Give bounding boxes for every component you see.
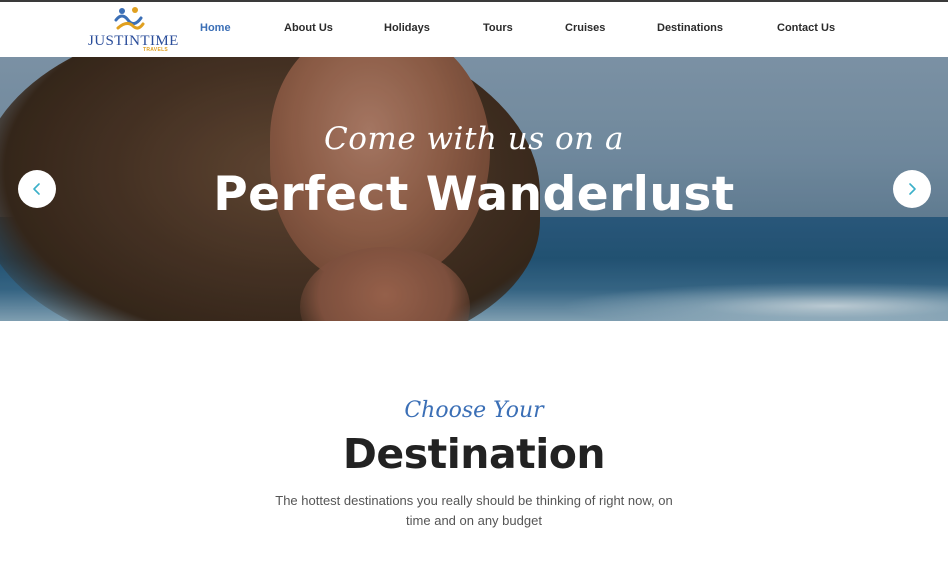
chevron-left-icon <box>33 183 40 195</box>
slider-prev-button[interactable] <box>18 170 56 208</box>
nav-item-destinations[interactable]: Destinations <box>657 22 723 34</box>
destination-title: Destination <box>342 430 606 478</box>
hero-slider: Come with us on a Perfect Wanderlust <box>0 57 948 321</box>
nav-item-contact-us[interactable]: Contact Us <box>777 22 835 34</box>
destination-description: The hottest destinations you really shou… <box>275 493 673 528</box>
chevron-right-icon <box>909 183 916 195</box>
destination-script-text: Choose Your <box>404 398 544 423</box>
nav-item-cruises[interactable]: Cruises <box>565 22 605 34</box>
nav-item-about-us[interactable]: About Us <box>284 22 333 34</box>
site-header: JUSTINTIME TRAVELS Home About Us Holiday… <box>0 2 948 57</box>
nav-item-home[interactable]: Home <box>200 22 231 34</box>
hero-script-text: Come with us on a <box>324 121 624 157</box>
nav-item-holidays[interactable]: Holidays <box>384 22 430 34</box>
slider-next-button[interactable] <box>893 170 931 208</box>
hero-title: Perfect Wanderlust <box>213 167 735 222</box>
nav-item-tours[interactable]: Tours <box>483 22 513 34</box>
main-nav: Home About Us Holidays Tours Cruises Des… <box>0 2 948 57</box>
